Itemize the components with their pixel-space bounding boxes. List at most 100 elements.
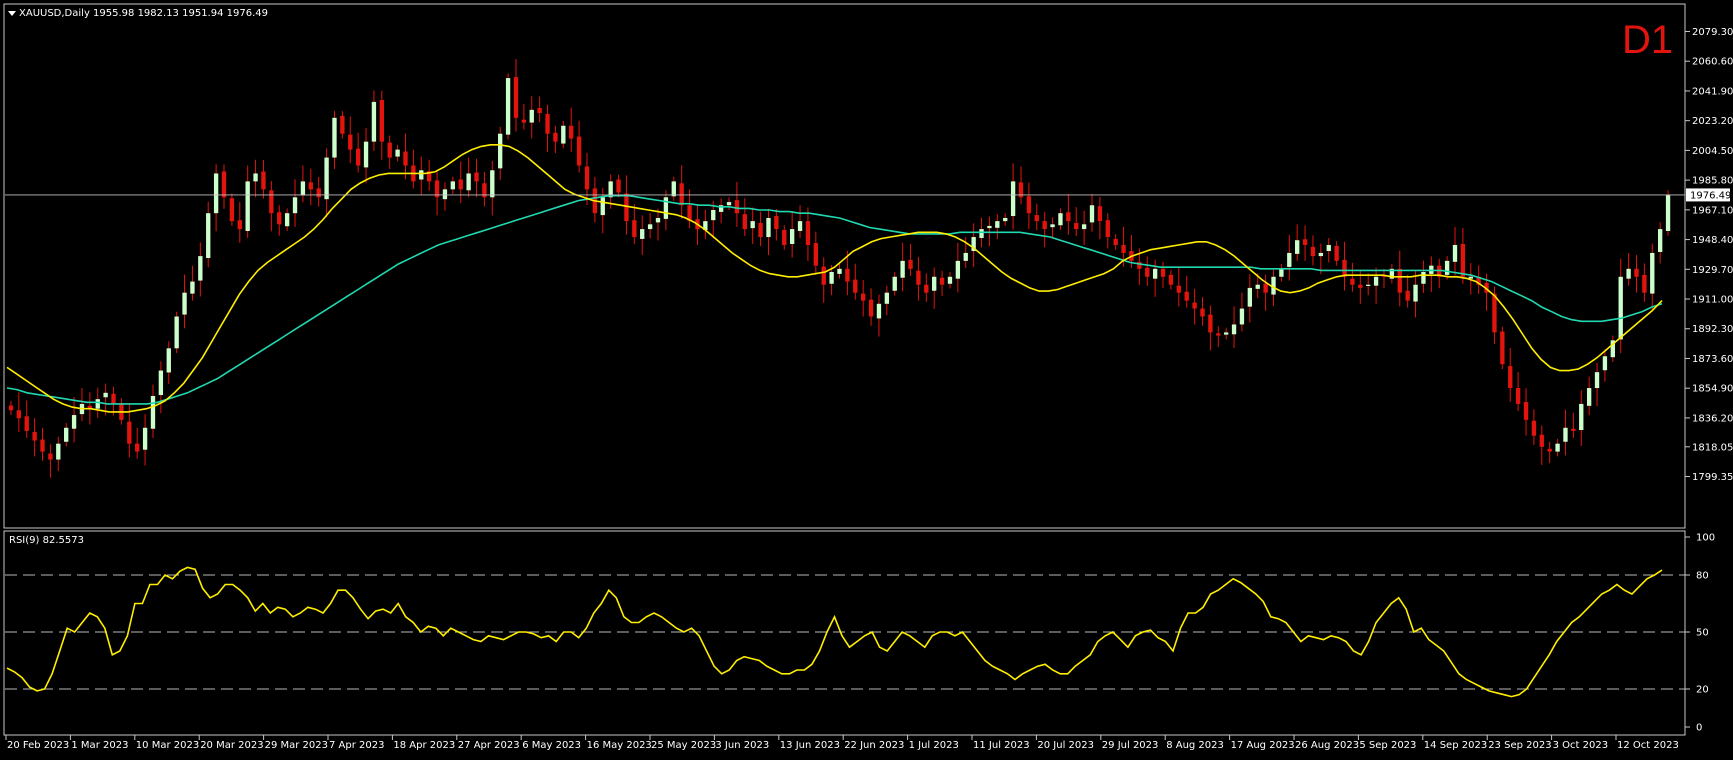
candle-body — [584, 166, 590, 190]
candle-body — [1515, 388, 1521, 404]
price-tick-label: 2079.30 — [1692, 27, 1733, 38]
candle-body — [1492, 293, 1497, 333]
candle-body — [900, 260, 905, 278]
candle-body — [1050, 224, 1055, 228]
candle-body — [1042, 221, 1047, 230]
candle-body — [829, 272, 834, 284]
candle-body — [1279, 268, 1284, 277]
candle-body — [363, 141, 369, 168]
candle-body — [277, 212, 282, 225]
candle-body — [963, 252, 968, 261]
candle-body — [403, 151, 408, 166]
time-tick-label: 18 Apr 2023 — [393, 740, 455, 751]
candle-body — [395, 149, 400, 157]
candle-body — [742, 214, 747, 230]
candle-body — [1058, 213, 1063, 226]
candle-body — [632, 220, 637, 238]
candle-body — [1168, 274, 1174, 285]
price-tick-label: 1911.00 — [1692, 295, 1733, 306]
candle-body — [419, 170, 424, 180]
candle-body — [1310, 246, 1316, 257]
candle-body — [947, 276, 953, 284]
candle-body — [1468, 276, 1473, 279]
time-tick-label: 25 May 2023 — [651, 740, 716, 751]
time-tick-label: 3 Jun 2023 — [715, 740, 769, 751]
candle-body — [545, 113, 550, 134]
candle-body — [1089, 205, 1095, 223]
candle-body — [924, 284, 929, 293]
candle-body — [111, 393, 116, 404]
candle-body — [1152, 268, 1158, 279]
candle-body — [253, 173, 258, 182]
candle-body — [1350, 278, 1355, 285]
candle-body — [245, 181, 250, 231]
price-tick-label: 1948.40 — [1692, 235, 1733, 246]
price-tick-label: 2060.60 — [1692, 57, 1733, 68]
price-tick-label: 1818.05 — [1692, 442, 1733, 453]
candle-body — [640, 229, 645, 239]
candle-body — [1145, 267, 1150, 277]
candle-body — [1231, 324, 1237, 335]
candle-body — [229, 198, 235, 222]
candle-body — [1634, 268, 1639, 277]
candle-body — [324, 157, 329, 200]
candle-body — [1081, 224, 1087, 230]
candle-body — [1500, 331, 1505, 365]
candle-body — [1452, 244, 1458, 262]
candle-body — [1650, 252, 1655, 294]
price-tick-label: 1892.30 — [1692, 324, 1733, 335]
candle-body — [553, 132, 558, 142]
time-tick-label: 12 Oct 2023 — [1617, 740, 1679, 751]
candle-body — [916, 270, 921, 285]
time-tick-label: 1 Mar 2023 — [71, 740, 128, 751]
candle-body — [8, 405, 14, 411]
candle-body — [861, 293, 866, 301]
candle-body — [450, 181, 456, 190]
candle-body — [1397, 268, 1402, 293]
time-tick-label: 29 Mar 2023 — [265, 740, 328, 751]
candle-body — [1176, 285, 1181, 293]
price-tick-label: 2041.90 — [1692, 86, 1733, 97]
price-tick-label: 2004.50 — [1692, 146, 1733, 157]
candle-body — [237, 220, 242, 230]
candle-body — [182, 292, 187, 315]
candle-body — [340, 115, 345, 134]
candle-body — [1405, 290, 1410, 301]
candle-body — [371, 101, 377, 142]
time-tick-label: 17 Aug 2023 — [1231, 740, 1295, 751]
candle-body — [1358, 284, 1363, 288]
candle-body — [64, 427, 69, 442]
candle-body — [355, 148, 361, 166]
candle-body — [269, 190, 274, 214]
candle-body — [1287, 252, 1292, 267]
candle-body — [505, 78, 511, 135]
candle-body — [1602, 356, 1608, 371]
candle-body — [1563, 427, 1568, 442]
candle-body — [1302, 239, 1308, 245]
time-tick-label: 3 Oct 2023 — [1553, 740, 1608, 751]
time-tick-label: 5 Sep 2023 — [1359, 740, 1416, 751]
candle-body — [821, 266, 826, 285]
candle-body — [1531, 420, 1537, 436]
price-tick-label: 1854.90 — [1692, 384, 1733, 395]
candle-body — [1555, 443, 1560, 452]
time-tick-label: 23 Sep 2023 — [1488, 740, 1551, 751]
candle-body — [150, 395, 156, 429]
candle-body — [316, 188, 321, 198]
price-tick-label: 2023.20 — [1692, 116, 1733, 127]
candle-body — [498, 133, 503, 169]
candle-body — [308, 182, 313, 190]
candle — [174, 311, 179, 354]
candle-body — [1579, 403, 1584, 431]
candle — [1500, 326, 1505, 369]
candle-body — [71, 415, 77, 429]
candle-body — [1105, 220, 1110, 238]
candle-body — [16, 410, 22, 419]
time-tick-label: 1 Jul 2023 — [909, 740, 959, 751]
candle-body — [1160, 268, 1166, 277]
candle-body — [1097, 206, 1103, 222]
candle-body — [379, 100, 384, 142]
candle-body — [766, 217, 771, 238]
candle-body — [1618, 276, 1623, 340]
candle-body — [868, 299, 874, 317]
